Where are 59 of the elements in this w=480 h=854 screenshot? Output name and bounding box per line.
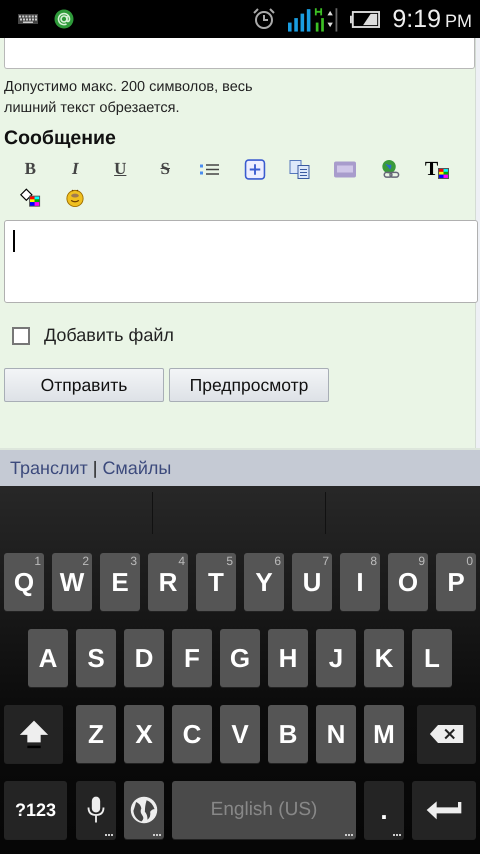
letter-key[interactable]: L	[412, 629, 452, 687]
letter-key[interactable]: 6 Y	[244, 553, 284, 611]
letter-key[interactable]: M	[364, 705, 404, 763]
plus-icon[interactable]	[244, 158, 266, 180]
underline-icon[interactable]: U	[98, 158, 142, 180]
hint-text: Допустимо макс. 200 символов, весь лишний текст обрезается.	[4, 78, 254, 118]
message-label: Сообщение	[4, 127, 117, 150]
alarm-clock-icon	[252, 7, 276, 31]
letter-key[interactable]: 0 P	[436, 553, 476, 611]
delete-key[interactable]	[417, 705, 476, 763]
fill-color-icon[interactable]	[19, 186, 42, 208]
keyboard-icon	[18, 14, 38, 24]
letter-key[interactable]: A	[28, 629, 68, 687]
letter-key[interactable]: F	[172, 629, 212, 687]
letter-key[interactable]: C	[172, 705, 212, 763]
attach-file-label[interactable]: Добавить файл	[44, 325, 174, 346]
globe-key[interactable]	[124, 781, 164, 839]
letter-key[interactable]: D	[124, 629, 164, 687]
strikethrough-icon[interactable]: S	[143, 158, 188, 180]
separator-text: |	[92, 458, 98, 478]
letter-key[interactable]: J	[316, 629, 356, 687]
clock-time: 9:19	[392, 4, 441, 34]
enter-key[interactable]	[412, 781, 476, 839]
text-field[interactable]	[4, 38, 475, 69]
italic-icon[interactable]: I	[53, 158, 98, 180]
letter-key[interactable]: 9 O	[388, 553, 428, 611]
letter-key[interactable]: 7 U	[292, 553, 332, 611]
message-field[interactable]	[4, 220, 478, 303]
checkbox[interactable]	[12, 326, 30, 344]
letter-key[interactable]: 5 T	[196, 553, 236, 611]
letter-key[interactable]: 1 Q	[4, 553, 44, 611]
period-key[interactable]: .	[364, 781, 404, 839]
letter-key[interactable]: H	[268, 629, 308, 687]
microphone-key[interactable]	[76, 781, 116, 839]
letter-key[interactable]: B	[268, 705, 308, 763]
symbols-key[interactable]: ?123	[4, 781, 67, 839]
letter-key[interactable]: 4 R	[148, 553, 188, 611]
letter-key[interactable]: G	[220, 629, 260, 687]
transliterate-link[interactable]: Транслит	[10, 458, 88, 478]
shift-key[interactable]	[4, 705, 63, 763]
preview-button[interactable]: Предпросмотр	[169, 368, 329, 402]
bold-icon[interactable]: B	[8, 158, 52, 180]
letter-key[interactable]: 8 I	[340, 553, 380, 611]
smileys-link[interactable]: Смайлы	[102, 458, 172, 478]
letter-key[interactable]: X	[124, 705, 164, 763]
letter-key[interactable]: 3 E	[100, 553, 140, 611]
copy-icon[interactable]	[289, 158, 312, 180]
letter-key[interactable]: 2 W	[52, 553, 92, 611]
letter-key[interactable]: K	[364, 629, 404, 687]
letter-key[interactable]: Z	[76, 705, 116, 763]
signal-icon	[288, 6, 340, 32]
clock-period: PM	[445, 10, 472, 32]
letter-key[interactable]: S	[76, 629, 116, 687]
microphone-icon	[86, 795, 106, 825]
at-sign-icon	[54, 9, 74, 29]
letter-key[interactable]: N	[316, 705, 356, 763]
send-button[interactable]: Отправить	[4, 368, 164, 402]
letter-key[interactable]: V	[220, 705, 260, 763]
battery-icon	[350, 10, 380, 28]
